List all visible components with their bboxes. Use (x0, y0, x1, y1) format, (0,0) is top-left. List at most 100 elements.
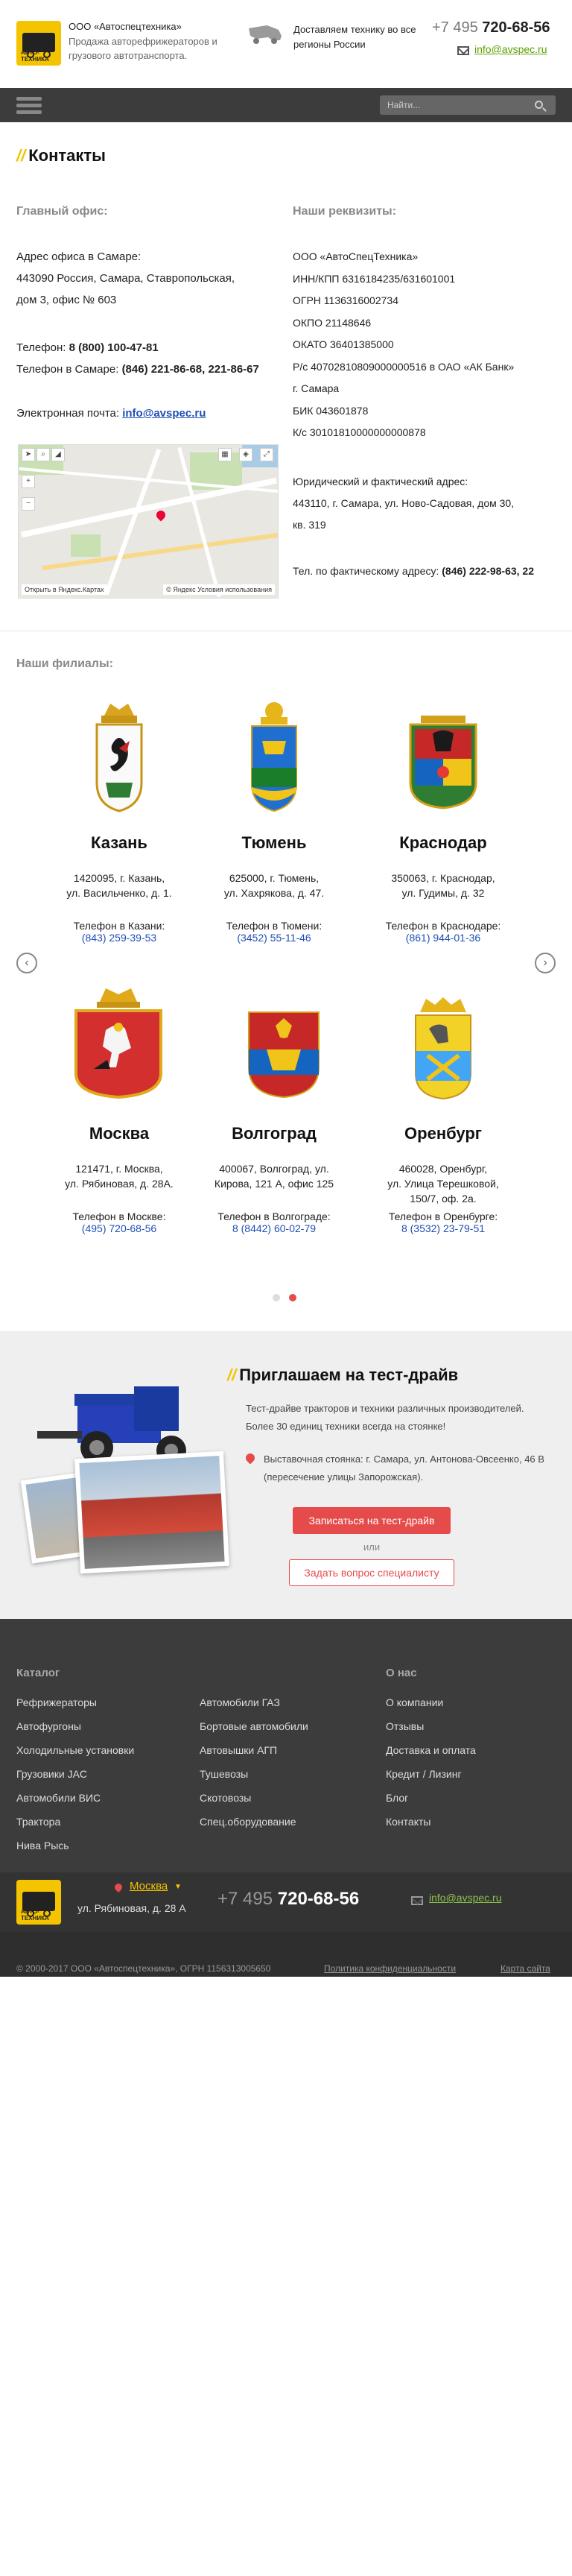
branch-phone-link[interactable]: (861) 944-01-36 (372, 932, 514, 944)
branch-orenburg: Оренбург 460028, Оренбург, ул. Улица Тер… (372, 1124, 514, 1234)
privacy-link[interactable]: Политика конфиденциальности (324, 1963, 456, 1974)
carousel-dot[interactable] (273, 1294, 280, 1301)
chevron-down-icon[interactable]: ▼ (174, 1883, 182, 1891)
moscow-crest-icon (74, 988, 162, 1099)
branch-city: Краснодар (399, 833, 487, 852)
copyright: © 2000-2017 ООО «Автоспецтехника», ОГРН … (16, 1963, 271, 1974)
company-logo[interactable]: АВТО-ТЕХНИКА (16, 21, 61, 66)
footer-email-link[interactable]: info@avspec.ru (429, 1892, 501, 1904)
branch-city: Оренбург (404, 1124, 482, 1143)
office-address: Адрес офиса в Самаре: 443090 Россия, Сам… (16, 250, 235, 306)
branch-krasnodar: Краснодар 350063, г. Краснодар, ул. Гуди… (372, 833, 514, 944)
branch-phone-link[interactable]: 8 (3532) 23-79-51 (372, 1222, 514, 1234)
branch-phone-link[interactable]: (495) 720-68-56 (63, 1222, 175, 1234)
testdrive-signup-button[interactable]: Записаться на тест-драйв (293, 1507, 451, 1534)
requisites-list: ООО «АвтоСпецТехника» ИНН/КПП 6316184235… (293, 250, 515, 438)
branch-city: Москва (89, 1124, 150, 1143)
footer-link[interactable]: Автовышки АГП (200, 1744, 277, 1756)
footer-link[interactable]: Кредит / Лизинг (386, 1768, 462, 1780)
branch-city: Казань (91, 833, 147, 852)
branch-moscow: Москва 121471, г. Москва, ул. Рябиновая,… (63, 1124, 175, 1234)
testdrive-address: Выставочная стоянка: г. Самара, ул. Анто… (264, 1453, 544, 1483)
search-icon[interactable] (535, 101, 543, 109)
footer-link[interactable]: Трактора (16, 1816, 60, 1828)
sitemap-link[interactable]: Карта сайта (500, 1963, 550, 1974)
footer-link[interactable]: Автомобили ГАЗ (200, 1696, 280, 1708)
footer-link[interactable]: Тушевозы (200, 1768, 248, 1780)
testdrive-title: //Приглашаем на тест-драйв (227, 1366, 459, 1384)
map-fullscreen-icon[interactable]: ⤢ (260, 448, 273, 461)
map-traffic-icon[interactable]: ▦ (218, 448, 232, 461)
open-in-yandex-link[interactable]: Открыть в Яндекс.Картах (22, 584, 107, 595)
footer-link[interactable]: Холодильные установки (16, 1744, 134, 1756)
email-link[interactable]: info@avspec.ru (122, 407, 206, 420)
branch-city: Тюмень (241, 833, 307, 852)
map-layers-icon[interactable]: ◈ (239, 448, 252, 461)
tractor-lot-photo (74, 1450, 229, 1574)
footer-link[interactable]: Блог (386, 1792, 408, 1804)
footer-link[interactable]: Рефрижераторы (16, 1696, 97, 1708)
phone-link[interactable]: 8 (800) 100-47-81 (69, 341, 159, 354)
menu-icon[interactable] (16, 97, 42, 115)
map-search-icon[interactable]: ⌕ (36, 448, 50, 461)
legal-address: Юридический и фактический адрес: 443110,… (293, 476, 515, 531)
footer-link[interactable]: Спец.оборудование (200, 1816, 296, 1828)
footer-link[interactable]: Автофургоны (16, 1720, 81, 1732)
actual-phone-link[interactable]: (846) 222-98-63, 22 (442, 565, 534, 577)
map-zoom-out-icon[interactable]: − (22, 497, 35, 511)
about-heading: О нас (386, 1667, 417, 1679)
map-pin-icon[interactable] (154, 508, 168, 522)
footer-street: ул. Рябиновая, д. 28 А (77, 1902, 186, 1914)
kazan-crest-icon (95, 704, 143, 812)
header-phone[interactable]: +7 495 720-68-56 (432, 19, 550, 37)
footer-link[interactable]: Автомобили ВИС (16, 1792, 101, 1804)
actual-phone: Тел. по фактическому адресу: (846) 222-9… (293, 565, 535, 577)
mail-icon (457, 46, 469, 55)
office-phones: Телефон: 8 (800) 100-47-81 Телефон в Сам… (16, 341, 259, 376)
footer-link[interactable]: Нива Рысь (16, 1840, 69, 1852)
footer-city-link[interactable]: Москва (130, 1880, 168, 1892)
testdrive-text: Тест-драйве тракторов и техники различны… (246, 1403, 524, 1432)
map-pointer-icon[interactable]: ➤ (22, 448, 35, 461)
footer-contacts-bar: АВТО-ТЕХНИКА Москва ▼ ул. Рябиновая, д. … (0, 1872, 572, 1932)
carousel-dot-active[interactable] (289, 1294, 296, 1301)
branch-phone-link[interactable]: (3452) 55-11-46 (218, 932, 330, 944)
navbar (0, 88, 572, 122)
footer-link[interactable]: Отзывы (386, 1720, 424, 1732)
carousel-next-button[interactable]: › (535, 953, 556, 973)
main-office-heading: Главный офис: (16, 205, 108, 218)
ask-specialist-button[interactable]: Задать вопрос специалисту (289, 1559, 454, 1586)
footer-link[interactable]: Грузовики JAC (16, 1768, 87, 1780)
volgograd-crest-icon (248, 1011, 320, 1099)
page-title: //Контакты (16, 146, 106, 165)
office-email: Электронная почта: info@avspec.ru (16, 407, 206, 420)
map-ruler-icon[interactable]: ◢ (51, 448, 65, 461)
branch-kazan: Казань 1420095, г. Казань, ул. Васильчен… (63, 833, 175, 944)
map-zoom-in-icon[interactable]: + (22, 475, 35, 488)
carousel-prev-button[interactable]: ‹ (16, 953, 37, 973)
search-input[interactable] (380, 95, 556, 115)
branch-volgograd: Волгоград 400067, Волгоград, ул. Кирова,… (209, 1124, 339, 1234)
branch-phone-link[interactable]: 8 (8442) 60-02-79 (209, 1222, 339, 1234)
catalog-heading: Каталог (16, 1667, 60, 1679)
footer-link[interactable]: О компании (386, 1696, 443, 1708)
footer-phone[interactable]: +7 495 720-68-56 (217, 1889, 359, 1910)
footer-link[interactable]: Скотовозы (200, 1792, 251, 1804)
branch-tyumen: Тюмень 625000, г. Тюмень, ул. Хахрякова,… (218, 833, 330, 944)
footer-link[interactable]: Бортовые автомобили (200, 1720, 308, 1732)
phone-samara-link[interactable]: (846) 221-86-68, 221-86-67 (122, 363, 259, 376)
delivery-note: Доставляем технику во все регионы России (293, 24, 416, 50)
footer: Каталог О нас Рефрижераторы Автофургоны … (0, 1619, 572, 1872)
company-tagline: Продажа авторефрижераторов и грузового а… (69, 36, 217, 61)
footer-link[interactable]: Доставка и оплата (386, 1744, 476, 1756)
header-email-link[interactable]: info@avspec.ru (474, 43, 547, 55)
krasnodar-crest-icon (409, 716, 477, 809)
branch-phone-link[interactable]: (843) 259-39-53 (63, 932, 175, 944)
branches-heading: Наши филиалы: (16, 657, 113, 670)
mail-icon (411, 1896, 423, 1905)
site-header: АВТО-ТЕХНИКА ООО «Автоспецтехника» Прода… (0, 0, 572, 88)
footer-link[interactable]: Контакты (386, 1816, 430, 1828)
requisites-heading: Наши реквизиты: (293, 205, 397, 218)
footer-logo[interactable]: АВТО-ТЕХНИКА (16, 1880, 61, 1925)
office-map[interactable]: ➤ ⌕ ◢ + − ▦ ◈ ⤢ Открыть в Яндекс.Картах … (18, 444, 279, 599)
